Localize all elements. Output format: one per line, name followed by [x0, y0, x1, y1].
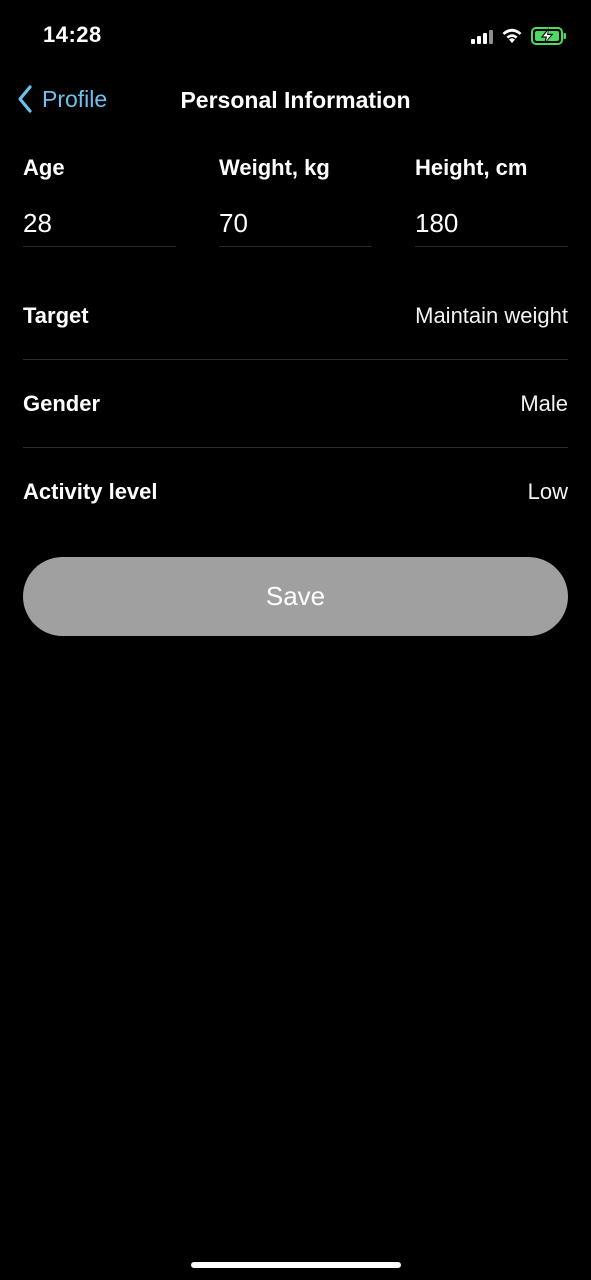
age-field: Age	[23, 150, 176, 247]
status-bar: 14:28	[0, 0, 591, 70]
page-title: Personal Information	[180, 87, 411, 113]
status-time: 14:28	[43, 22, 102, 47]
gender-value: Male	[520, 390, 568, 416]
age-input[interactable]	[23, 200, 176, 247]
wifi-icon	[502, 28, 522, 43]
status-icons	[471, 24, 567, 48]
activity-level-value: Low	[527, 478, 568, 504]
gender-row[interactable]: Gender Male	[23, 360, 568, 448]
signal-icon	[471, 28, 493, 44]
measurements-row: Age Weight, kg Height, cm	[23, 150, 568, 247]
save-button[interactable]: Save	[23, 557, 568, 636]
activity-level-row[interactable]: Activity level Low	[23, 448, 568, 535]
height-field: Height, cm	[415, 150, 568, 247]
height-label: Height, cm	[415, 155, 528, 180]
home-indicator	[191, 1262, 401, 1268]
weight-label: Weight, kg	[219, 155, 330, 180]
age-label: Age	[23, 155, 65, 180]
target-label: Target	[23, 302, 89, 328]
battery-charging-icon	[531, 27, 566, 45]
gender-label: Gender	[23, 390, 101, 416]
settings-list: Target Maintain weight Gender Male Activ…	[23, 272, 568, 535]
weight-field: Weight, kg	[219, 150, 372, 247]
weight-input[interactable]	[219, 200, 372, 247]
target-row[interactable]: Target Maintain weight	[23, 272, 568, 360]
height-input[interactable]	[415, 200, 568, 247]
activity-level-label: Activity level	[23, 478, 158, 504]
target-value: Maintain weight	[415, 302, 568, 328]
nav-bar: Profile Personal Information	[0, 76, 591, 126]
